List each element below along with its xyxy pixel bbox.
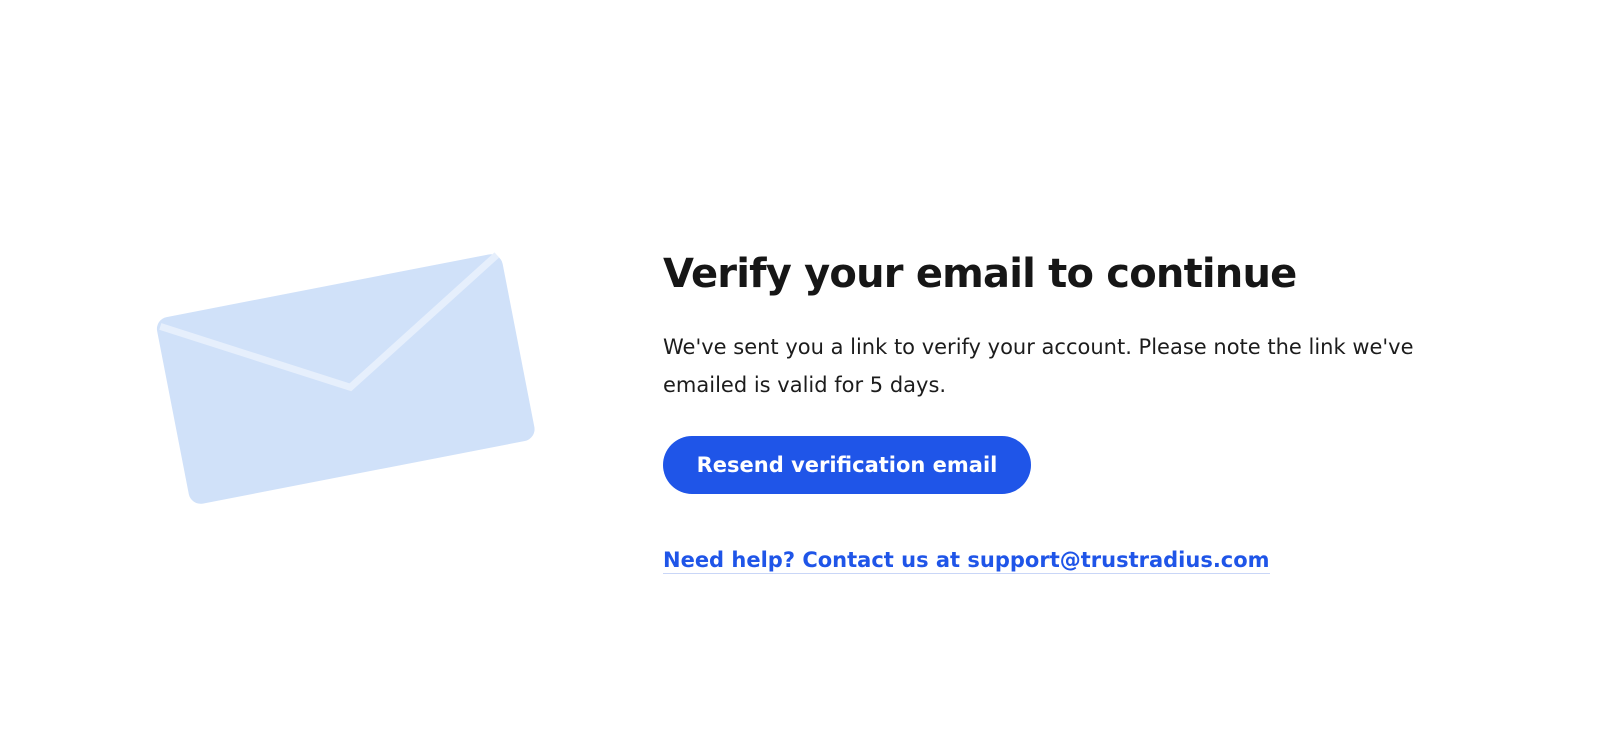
- page-title: Verify your email to continue: [663, 251, 1297, 297]
- resend-verification-button[interactable]: Resend verification email: [663, 436, 1031, 494]
- support-contact-link[interactable]: Need help? Contact us at support@trustra…: [663, 548, 1270, 574]
- verify-email-page: Verify your email to continue We've sent…: [0, 0, 1600, 735]
- envelope-icon: [156, 252, 535, 504]
- envelope-illustration: [150, 240, 550, 510]
- verify-content: Verify your email to continue We've sent…: [663, 248, 1463, 574]
- verify-description: We've sent you a link to verify your acc…: [663, 335, 1414, 397]
